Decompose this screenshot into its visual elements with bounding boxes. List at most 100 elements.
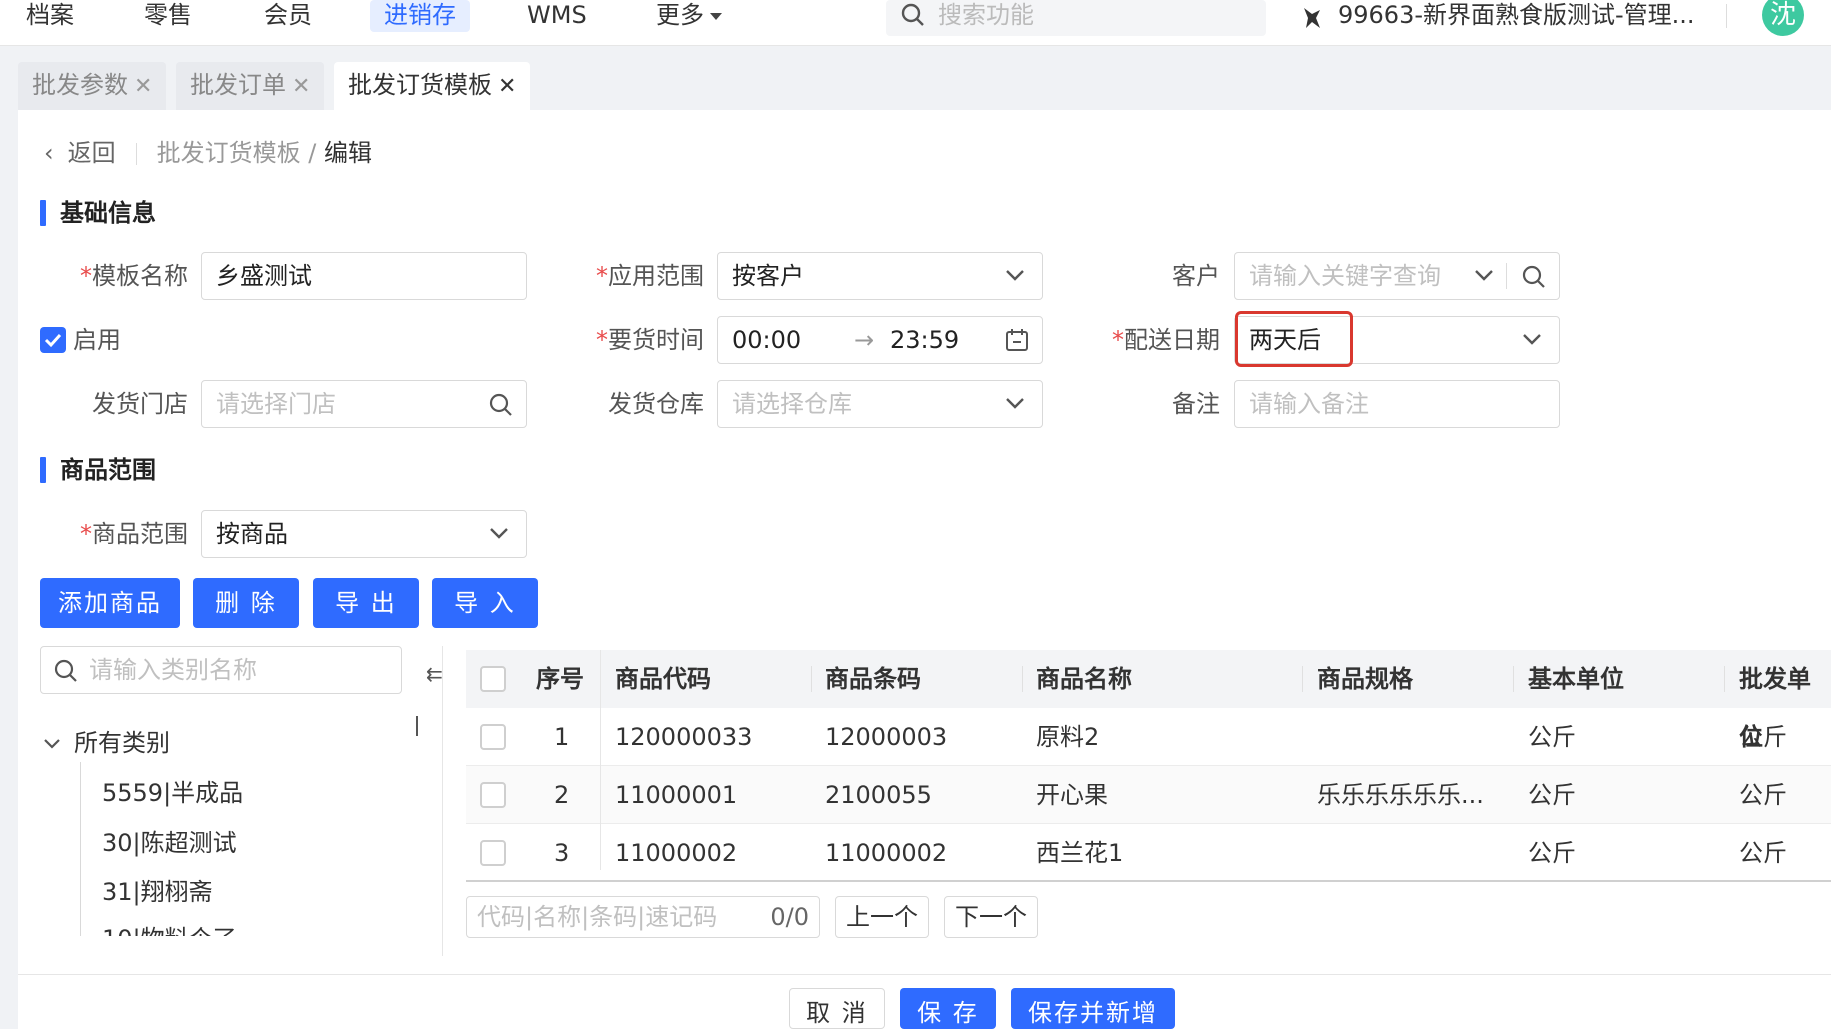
global-search-input[interactable]: 搜索功能: [886, 0, 1266, 36]
collapse-panel-icon[interactable]: ⇇: [426, 662, 443, 686]
nav-item-archive[interactable]: 档案: [12, 0, 88, 32]
global-search-placeholder: 搜索功能: [938, 1, 1034, 29]
cell-wholesale-unit: 公斤: [1739, 839, 1787, 867]
save-button[interactable]: 保 存: [900, 988, 996, 1029]
product-scope-select[interactable]: 按商品: [201, 510, 527, 558]
tree-node-item[interactable]: 30|陈超测试: [102, 826, 237, 860]
column-header-name[interactable]: 商品名称: [1036, 650, 1132, 708]
caret-down-icon: [710, 12, 722, 20]
column-divider: [811, 666, 812, 692]
product-scope-value: 按商品: [216, 520, 288, 548]
column-divider: [600, 650, 601, 870]
cell-unit: 公斤: [1528, 781, 1576, 809]
ship-store-input[interactable]: 请选择门店: [201, 380, 527, 428]
breadcrumb-current: 编辑: [323, 139, 372, 167]
order-time-start: 00:00: [732, 326, 802, 354]
template-name-input[interactable]: 乡盛测试: [201, 252, 527, 300]
chevron-down-icon: [1006, 270, 1024, 281]
remark-label: 备注: [1172, 390, 1220, 418]
table-row[interactable]: 2 11000001 2100055 开心果 乐乐乐乐乐乐... 公斤 公斤: [466, 766, 1831, 824]
scope-value: 按客户: [732, 262, 804, 290]
back-link[interactable]: ‹ 返回: [44, 139, 116, 167]
column-header-code[interactable]: 商品代码: [615, 650, 711, 708]
category-search-placeholder: 请输入类别名称: [89, 656, 257, 684]
nav-item-inventory[interactable]: 进销存: [370, 0, 470, 32]
search-icon[interactable]: [488, 392, 514, 418]
nav-item-member[interactable]: 会员: [250, 0, 326, 32]
import-button[interactable]: 导 入: [432, 578, 538, 628]
store-switcher[interactable]: 99663-新界面熟食版测试-管理...: [1298, 0, 1695, 30]
nav-item-retail[interactable]: 零售: [130, 0, 206, 32]
back-label: 返回: [67, 139, 116, 167]
breadcrumb-parent[interactable]: 批发订货模板: [157, 139, 301, 167]
cell-code: 120000033: [615, 723, 753, 751]
top-nav-bar: 档案 零售 会员 进销存 WMS 更多 搜索功能 99663-新界面熟食版测试-…: [0, 0, 1831, 46]
column-header-unit[interactable]: 基本单位: [1528, 650, 1624, 708]
nav-item-more[interactable]: 更多: [642, 0, 736, 32]
cell-name: 开心果: [1036, 781, 1108, 809]
prev-match-button[interactable]: 上一个: [835, 896, 929, 938]
close-icon[interactable]: ✕: [134, 74, 152, 99]
export-button[interactable]: 导 出: [313, 578, 419, 628]
column-header-barcode[interactable]: 商品条码: [825, 650, 921, 708]
calendar-icon: [1006, 329, 1028, 351]
tab-wholesale-orders[interactable]: 批发订单 ✕: [176, 62, 325, 110]
add-product-button[interactable]: 添加商品: [40, 578, 180, 628]
search-icon[interactable]: [1521, 264, 1547, 290]
row-checkbox[interactable]: [480, 840, 506, 866]
chevron-down-icon: [1523, 334, 1541, 345]
scope-label: *应用范围: [596, 262, 704, 290]
cell-wholesale-unit: 公斤: [1739, 723, 1787, 751]
order-time-label: *要货时间: [596, 326, 704, 354]
tab-label: 批发订货模板: [348, 71, 492, 99]
delete-button[interactable]: 删 除: [193, 578, 299, 628]
cell-barcode: 2100055: [825, 781, 932, 809]
order-time-end: 23:59: [890, 326, 960, 354]
row-checkbox[interactable]: [480, 782, 506, 808]
order-time-range[interactable]: 00:00 → 23:59: [717, 316, 1043, 364]
close-icon[interactable]: ✕: [498, 74, 516, 99]
scroll-indicator: [416, 716, 418, 736]
column-header-no: 序号: [536, 665, 584, 693]
tree-node-item-clipped[interactable]: 10|物料个了: [102, 922, 237, 936]
chevron-down-icon: [44, 739, 60, 749]
customer-select[interactable]: 请输入关键字查询: [1234, 252, 1560, 300]
save-and-new-button[interactable]: 保存并新增: [1011, 988, 1175, 1029]
divider: [1726, 4, 1727, 28]
cancel-button[interactable]: 取 消: [789, 988, 885, 1029]
next-match-button[interactable]: 下一个: [944, 896, 1038, 938]
row-checkbox[interactable]: [480, 724, 506, 750]
enabled-label: 启用: [73, 326, 121, 354]
cell-barcode: 12000003: [825, 723, 948, 751]
remark-input[interactable]: 请输入备注: [1234, 380, 1560, 428]
table-row[interactable]: 3 11000002 11000002 西兰花1 公斤 公斤: [466, 824, 1831, 882]
cell-name: 西兰花1: [1036, 839, 1124, 867]
column-header-wholesale-unit[interactable]: 批发单位: [1739, 650, 1831, 751]
table-row[interactable]: 1 120000033 12000003 原料2 公斤 公斤: [466, 708, 1831, 766]
tab-wholesale-template[interactable]: 批发订货模板 ✕: [334, 62, 531, 110]
scope-select[interactable]: 按客户: [717, 252, 1043, 300]
cell-name: 原料2: [1036, 723, 1100, 751]
tree-node-item[interactable]: 5559|半成品: [102, 776, 243, 810]
tab-wholesale-params[interactable]: 批发参数 ✕: [18, 62, 167, 110]
close-icon[interactable]: ✕: [292, 74, 310, 99]
ship-warehouse-select[interactable]: 请选择仓库: [717, 380, 1043, 428]
divider: [442, 646, 443, 956]
cell-no: 2: [554, 781, 570, 809]
avatar[interactable]: 沈: [1762, 0, 1804, 36]
row-finder-input[interactable]: 代码|名称|条码|速记码 0/0: [466, 896, 820, 938]
enabled-checkbox[interactable]: [40, 327, 66, 353]
highlight-box: [1235, 311, 1353, 367]
select-all-checkbox[interactable]: [480, 666, 506, 692]
category-search-input[interactable]: 请输入类别名称: [40, 646, 402, 694]
column-header-spec[interactable]: 商品规格: [1317, 650, 1413, 708]
breadcrumb-separator: /: [308, 139, 317, 167]
nav-item-wms[interactable]: WMS: [513, 0, 601, 32]
search-icon: [901, 3, 924, 26]
ship-store-label: 发货门店: [92, 390, 188, 418]
cell-unit: 公斤: [1528, 723, 1576, 751]
cell-no: 3: [554, 839, 570, 867]
tree-node-root[interactable]: 所有类别: [42, 726, 170, 760]
template-name-label: *模板名称: [80, 262, 188, 290]
tree-node-item[interactable]: 31|翔栩斋: [102, 875, 213, 909]
